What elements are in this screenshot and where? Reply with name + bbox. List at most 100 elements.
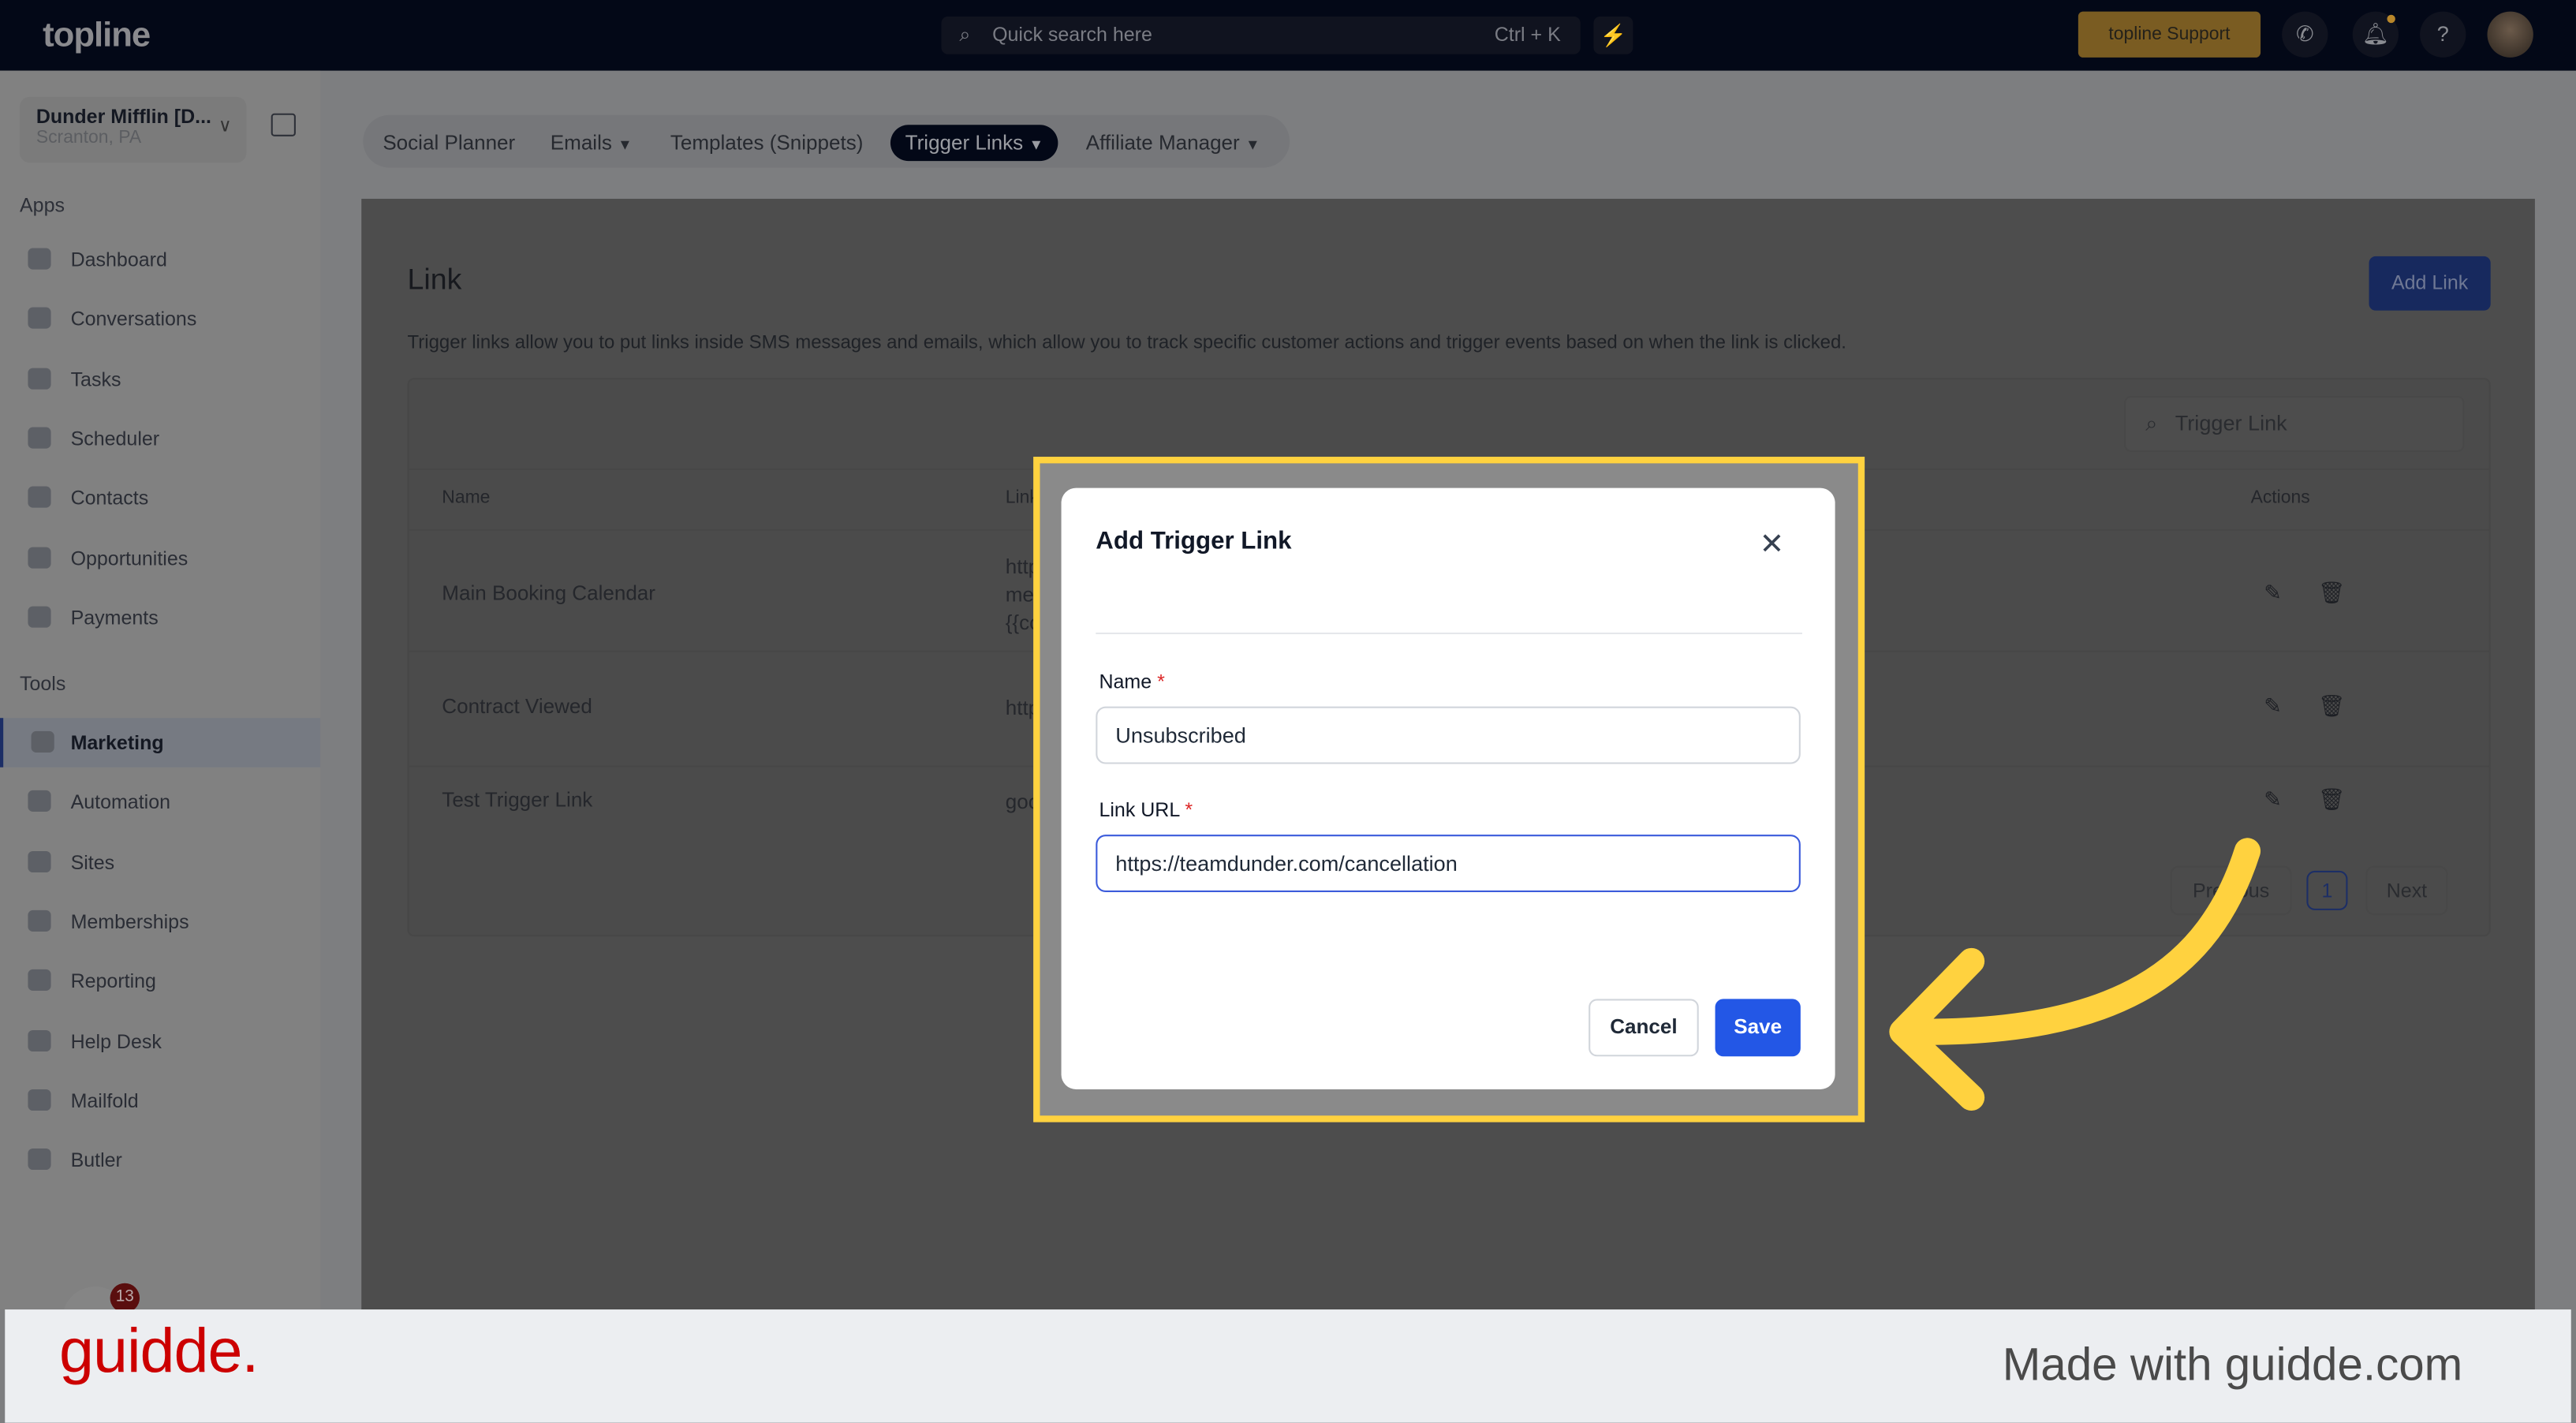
sidebar-item-label: Dashboard bbox=[70, 248, 167, 271]
search-placeholder: Quick search here bbox=[992, 23, 1152, 47]
sidebar-item-label: Memberships bbox=[70, 909, 189, 933]
tab-emails[interactable]: Emails ▼ bbox=[536, 125, 647, 161]
top-bar: topline ⌕ Quick search here Ctrl + K ⚡ t… bbox=[0, 0, 2576, 71]
sidebar-item-label: Tasks bbox=[70, 367, 121, 390]
apps-section-label: Apps bbox=[19, 193, 65, 217]
guidde-logo: guidde. bbox=[58, 1317, 259, 1387]
tab-trigger-links[interactable]: Trigger Links ▼ bbox=[890, 125, 1058, 162]
page-1-button[interactable]: 1 bbox=[2306, 870, 2348, 910]
column-header-name: Name bbox=[442, 487, 491, 508]
next-page-button[interactable]: Next bbox=[2365, 865, 2448, 916]
sidebar-item-label: Sites bbox=[70, 850, 115, 874]
arrow-annotation bbox=[1889, 838, 2261, 1111]
sidebar-item-contacts[interactable]: Contacts bbox=[0, 473, 320, 522]
name-label: Name * bbox=[1099, 670, 1165, 693]
automation-icon bbox=[28, 790, 51, 812]
name-input[interactable] bbox=[1096, 706, 1801, 764]
support-button[interactable]: topline Support bbox=[2078, 11, 2261, 58]
search-shortcut: Ctrl + K bbox=[1494, 23, 1561, 47]
sidebar-item-label: Opportunities bbox=[70, 546, 189, 570]
sidebar-item-label: Help Desk bbox=[70, 1029, 162, 1053]
sidebar-item-label: Marketing bbox=[70, 730, 164, 755]
phone-icon[interactable]: ✆ bbox=[2282, 11, 2328, 58]
sidebar-item-automation[interactable]: Automation bbox=[0, 778, 320, 827]
tab-templates-snippets-[interactable]: Templates (Snippets) bbox=[655, 125, 878, 161]
opportunities-icon bbox=[28, 546, 51, 568]
conversations-icon bbox=[28, 308, 51, 330]
divider bbox=[1096, 632, 1802, 634]
notification-dot bbox=[2387, 14, 2395, 24]
contacts-icon bbox=[28, 486, 51, 509]
edit-icon[interactable]: ✎ bbox=[2264, 580, 2282, 606]
trash-icon[interactable]: 🗑︎ bbox=[2318, 693, 2345, 719]
sidebar-item-marketing[interactable]: Marketing bbox=[0, 718, 321, 768]
tools-section-label: Tools bbox=[19, 671, 66, 696]
chevron-down-icon: ▼ bbox=[618, 136, 633, 153]
page-title: Link bbox=[407, 263, 462, 296]
sidebar-item-label: Mailfold bbox=[70, 1089, 139, 1112]
tab-label: Emails bbox=[550, 131, 612, 155]
marketing-icon bbox=[31, 730, 54, 753]
sidebar-item-opportunities[interactable]: Opportunities bbox=[0, 533, 320, 582]
sidebar-item-label: Payments bbox=[70, 606, 159, 629]
add-trigger-link-dialog: Add Trigger Link ✕ Name * Link URL * Can… bbox=[1061, 487, 1835, 1089]
row-name: Test Trigger Link bbox=[442, 788, 593, 812]
sidebar-item-label: Automation bbox=[70, 790, 171, 814]
trash-icon[interactable]: 🗑︎ bbox=[2318, 787, 2345, 813]
sidebar-item-label: Contacts bbox=[70, 486, 149, 510]
help-icon[interactable]: ? bbox=[2420, 11, 2466, 58]
sidebar-item-scheduler[interactable]: Scheduler bbox=[0, 414, 320, 463]
search-placeholder: Trigger Link bbox=[2175, 410, 2287, 435]
made-with-guidde: Made with guidde.com bbox=[2002, 1339, 2463, 1391]
row-name: Contract Viewed bbox=[442, 695, 592, 719]
trash-icon[interactable]: 🗑︎ bbox=[2318, 580, 2345, 606]
edit-icon[interactable]: ✎ bbox=[2264, 693, 2282, 719]
save-button[interactable]: Save bbox=[1715, 999, 1801, 1057]
chat-badge: 13 bbox=[110, 1283, 140, 1313]
link-url-input[interactable] bbox=[1096, 835, 1801, 893]
help-desk-icon bbox=[28, 1029, 51, 1051]
payments-icon bbox=[28, 606, 51, 628]
collapse-sidebar-icon[interactable] bbox=[271, 113, 296, 136]
tasks-icon bbox=[28, 367, 51, 389]
sidebar-item-mailfold[interactable]: Mailfold bbox=[0, 1076, 320, 1125]
edit-icon[interactable]: ✎ bbox=[2264, 787, 2282, 813]
bolt-icon[interactable]: ⚡ bbox=[1593, 16, 1633, 54]
search-icon: ⌕ bbox=[2145, 410, 2158, 435]
reporting-icon bbox=[28, 969, 51, 992]
cancel-button[interactable]: Cancel bbox=[1589, 999, 1699, 1057]
scheduler-icon bbox=[28, 427, 51, 449]
tab-label: Trigger Links bbox=[905, 131, 1024, 155]
sidebar-item-memberships[interactable]: Memberships bbox=[0, 897, 320, 946]
sidebar-item-help-desk[interactable]: Help Desk bbox=[0, 1016, 320, 1065]
sidebar-item-dashboard[interactable]: Dashboard bbox=[0, 235, 320, 284]
add-link-button[interactable]: Add Link bbox=[2369, 256, 2491, 311]
row-name: Main Booking Calendar bbox=[442, 581, 655, 605]
sidebar-item-payments[interactable]: Payments bbox=[0, 593, 320, 642]
logo: topline bbox=[43, 16, 151, 54]
account-switcher[interactable]: Dunder Mifflin [D... Scranton, PA ∨ bbox=[19, 96, 247, 163]
sidebar-item-tasks[interactable]: Tasks bbox=[0, 354, 320, 403]
quick-search[interactable]: ⌕ Quick search here Ctrl + K bbox=[941, 16, 1581, 54]
dialog-title: Add Trigger Link bbox=[1096, 527, 1292, 556]
avatar[interactable] bbox=[2487, 11, 2533, 58]
account-location: Scranton, PA bbox=[35, 128, 142, 148]
tab-label: Social Planner bbox=[383, 131, 516, 155]
sidebar-item-butler[interactable]: Butler bbox=[0, 1135, 320, 1184]
sidebar-item-conversations[interactable]: Conversations bbox=[0, 294, 320, 343]
sidebar-item-sites[interactable]: Sites bbox=[0, 837, 320, 886]
chevron-down-icon: ▼ bbox=[1029, 136, 1044, 153]
search-icon: ⌕ bbox=[959, 23, 971, 47]
sidebar-item-label: Conversations bbox=[70, 308, 197, 331]
chevron-down-icon: ▼ bbox=[1245, 136, 1260, 153]
close-icon[interactable]: ✕ bbox=[1760, 528, 1784, 562]
memberships-icon bbox=[28, 909, 51, 932]
tab-affiliate-manager[interactable]: Affiliate Manager ▼ bbox=[1071, 125, 1275, 161]
sidebar-item-reporting[interactable]: Reporting bbox=[0, 957, 320, 1006]
sidebar-item-label: Butler bbox=[70, 1148, 122, 1172]
trigger-link-search[interactable]: ⌕ Trigger Link bbox=[2124, 395, 2465, 452]
sidebar-item-label: Reporting bbox=[70, 969, 156, 993]
dashboard-icon bbox=[28, 248, 51, 270]
tab-social-planner[interactable]: Social Planner bbox=[368, 125, 530, 161]
account-name: Dunder Mifflin [D... bbox=[35, 105, 211, 129]
